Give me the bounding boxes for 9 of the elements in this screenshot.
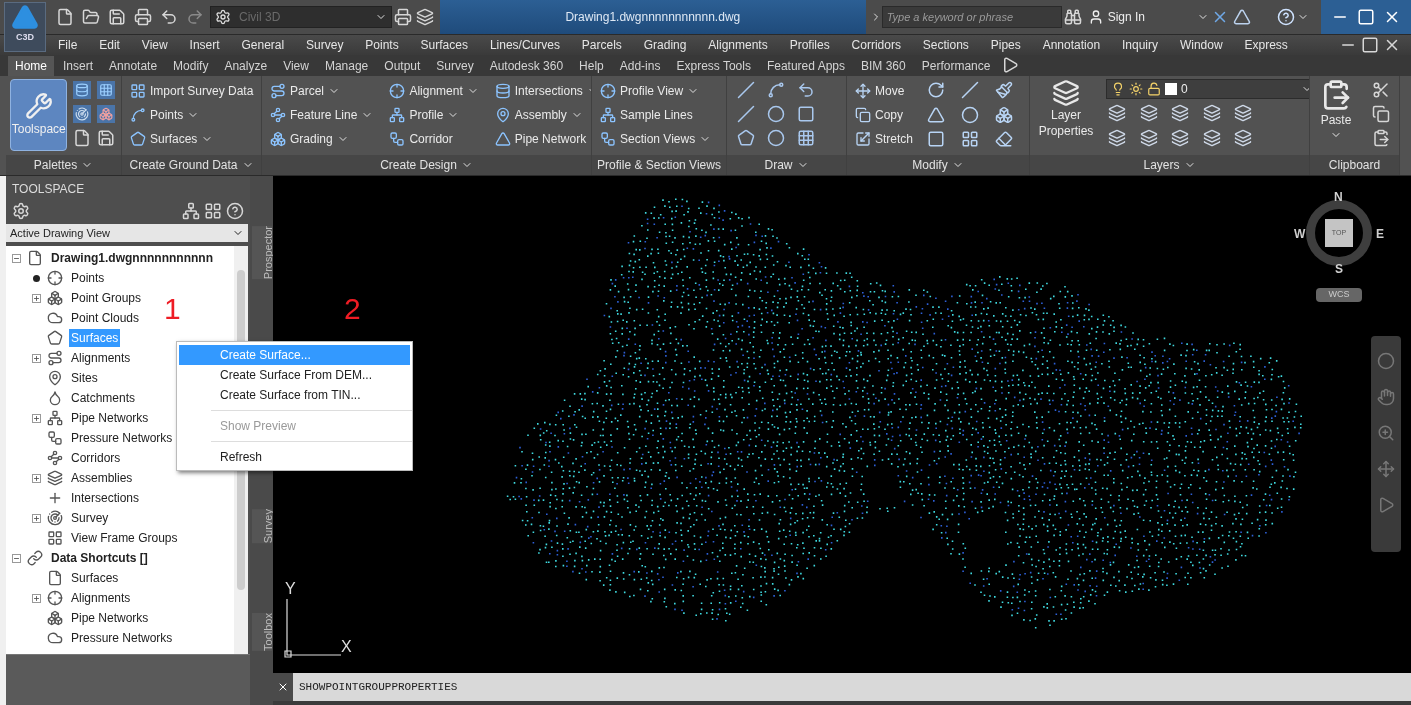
logo-text: C3D: [16, 31, 34, 44]
callout-number: 2: [344, 294, 361, 324]
callout-number: 1: [164, 294, 181, 324]
axis-label: Y: [284, 581, 296, 597]
window-title: Drawing1.dwgnnnnnnnnnnn.dwg: [565, 9, 741, 26]
axis-label: X: [341, 639, 352, 655]
layer-name: 0: [1181, 81, 1189, 98]
panel-title: TOOLSPACE: [11, 181, 86, 198]
command-line: SHOWPOINTGROUPPROPERTIES: [298, 679, 458, 695]
